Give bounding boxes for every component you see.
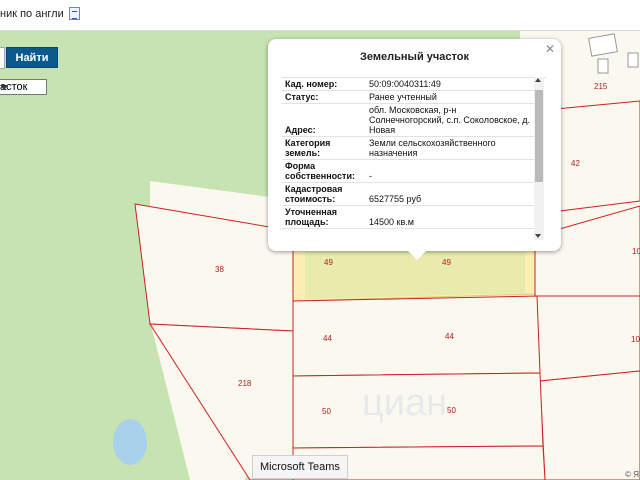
chevron-down-icon bbox=[0, 85, 8, 90]
table-row: Кад. номер: 50:09:0040311:49 bbox=[282, 78, 534, 91]
parcel-label: 38 bbox=[215, 265, 224, 274]
row-key: Кадастровая стоимость: bbox=[282, 182, 366, 206]
parcel-info-table: Кад. номер: 50:09:0040311:49 Статус: Ран… bbox=[282, 77, 546, 239]
popup-scrollbar[interactable] bbox=[534, 77, 544, 240]
table-row: Форма собственности: - bbox=[282, 159, 534, 183]
table-row: Кадастровая стоимость: 6527755 руб bbox=[282, 182, 534, 206]
parcel-info-popup: Земельный участок ✕ Кад. номер: 50:09:00… bbox=[268, 39, 561, 260]
taskbar-tooltip: Microsoft Teams bbox=[252, 455, 348, 479]
browser-toolbar: ник по англи bbox=[0, 0, 640, 31]
row-value: Земли сельскохозяйственного назначения bbox=[366, 136, 534, 160]
object-type-select[interactable]: асток bbox=[0, 79, 47, 95]
scroll-down-icon[interactable] bbox=[535, 234, 541, 238]
table-row: Уточненная площадь: 14500 кв.м bbox=[282, 205, 534, 229]
row-key: Адрес: bbox=[282, 103, 366, 137]
parcel-label: 215 bbox=[594, 82, 608, 91]
row-value: - bbox=[366, 159, 534, 183]
search-input[interactable] bbox=[0, 47, 5, 69]
parcel-label: 44 bbox=[323, 334, 332, 343]
row-value: Ранее учтенный bbox=[366, 90, 534, 104]
scrollbar-thumb[interactable] bbox=[535, 90, 543, 182]
find-button[interactable]: Найти bbox=[6, 47, 58, 68]
row-value: 6527755 руб bbox=[366, 182, 534, 206]
parcel-label: 49 bbox=[324, 258, 333, 267]
parcel-label: 10 bbox=[632, 247, 640, 256]
parcel-label: 42 bbox=[571, 159, 580, 168]
row-key: Статус: bbox=[282, 90, 366, 104]
row-value: обл. Московская, р-н Солнечногорский, с.… bbox=[366, 103, 534, 137]
parcel-label: 49 bbox=[442, 258, 451, 267]
row-value: 50:09:0040311:49 bbox=[366, 78, 534, 91]
table-row: Адрес: обл. Московская, р-н Солнечногорс… bbox=[282, 103, 534, 137]
watermark: циан bbox=[362, 382, 447, 424]
table-row: Статус: Ранее учтенный bbox=[282, 90, 534, 104]
document-icon[interactable] bbox=[69, 7, 80, 20]
table-row: Категория земель: Земли сельскохозяйстве… bbox=[282, 136, 534, 160]
parcel-label: 10 bbox=[631, 335, 640, 344]
close-icon[interactable]: ✕ bbox=[545, 42, 555, 56]
scroll-up-icon[interactable] bbox=[535, 78, 541, 82]
parcel-label: 44 bbox=[445, 332, 454, 341]
parcel-label: 50 bbox=[322, 407, 331, 416]
translate-link[interactable]: ник по англи bbox=[0, 8, 64, 20]
parcel-label: 50 bbox=[447, 406, 456, 415]
row-key: Уточненная площадь: bbox=[282, 205, 366, 229]
row-key: Категория земель: bbox=[282, 136, 366, 160]
parcel-label: 218 bbox=[238, 379, 252, 388]
row-key: Форма собственности: bbox=[282, 159, 366, 183]
pond bbox=[113, 419, 147, 465]
row-value: 14500 кв.м bbox=[366, 205, 534, 229]
row-key: Кад. номер: bbox=[282, 78, 366, 91]
map-copyright: © Я bbox=[625, 470, 639, 479]
popup-title: Земельный участок bbox=[360, 51, 469, 63]
